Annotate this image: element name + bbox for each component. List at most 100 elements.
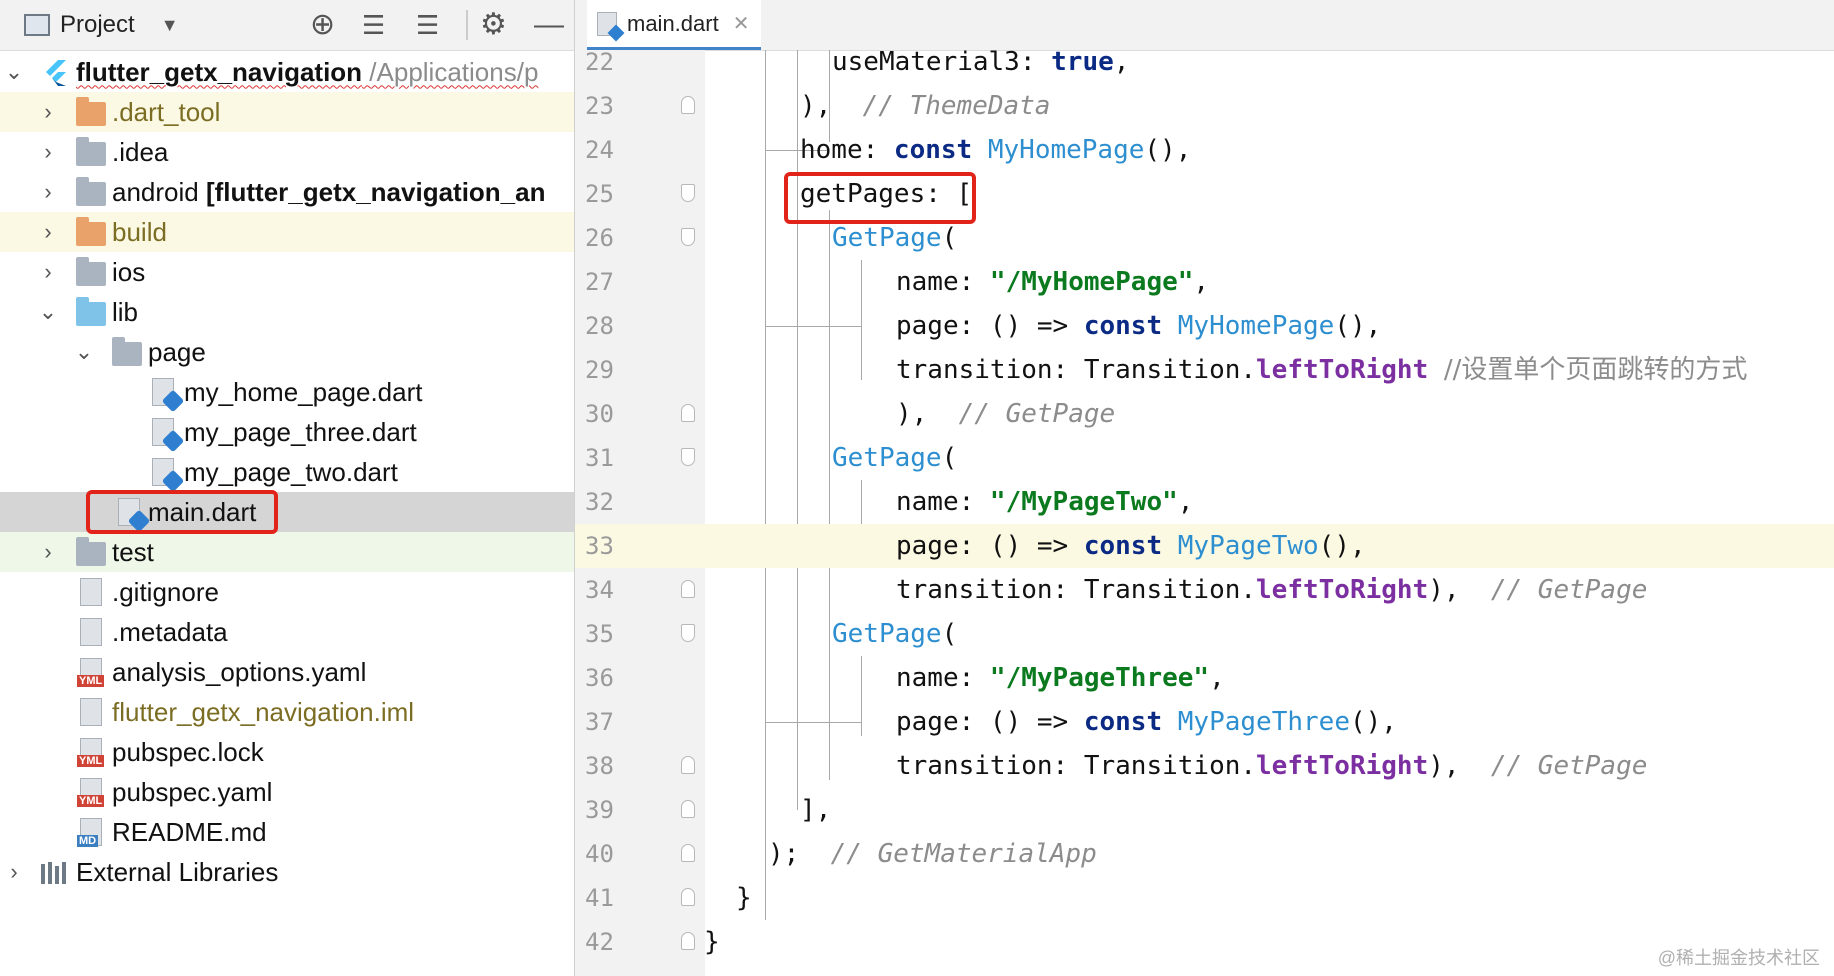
code-line[interactable]: 37 page: () => const MyPageThree(), bbox=[575, 700, 1834, 744]
tree-item-label: flutter_getx_navigation.iml bbox=[112, 696, 415, 727]
chevron-right-icon[interactable]: › bbox=[38, 139, 58, 165]
line-number: 40 bbox=[585, 840, 614, 868]
expand-all-icon[interactable]: ☰ bbox=[362, 0, 385, 50]
fold-marker-icon[interactable] bbox=[681, 184, 695, 202]
tree-item-label: .gitignore bbox=[112, 576, 219, 607]
tree-item-my-page-two[interactable]: my_page_two.dart bbox=[0, 452, 574, 493]
code-line[interactable]: 24 home: const MyHomePage(), bbox=[575, 128, 1834, 172]
tree-item-metadata[interactable]: .metadata bbox=[0, 612, 574, 652]
line-number: 41 bbox=[585, 884, 614, 912]
tree-item-my-page-three[interactable]: my_page_three.dart bbox=[0, 412, 574, 453]
tree-item-label: flutter_getx_navigation bbox=[76, 56, 363, 87]
code-line[interactable]: 27 name: "/MyHomePage", bbox=[575, 260, 1834, 304]
tree-item-dart-tool[interactable]: › .dart_tool bbox=[0, 92, 574, 132]
code-line[interactable]: 31 GetPage( bbox=[575, 436, 1834, 480]
line-number: 28 bbox=[585, 312, 614, 340]
project-panel: Project ▼ ⊕ ☰ ☰ ⚙ — ⌄ flutter_getx_navig… bbox=[0, 0, 575, 976]
chevron-down-icon[interactable]: ⌄ bbox=[74, 339, 94, 365]
fold-marker-icon[interactable] bbox=[681, 756, 695, 774]
gear-icon[interactable]: ⚙ bbox=[480, 0, 507, 50]
code-line[interactable]: 38 transition: Transition.leftToRight), … bbox=[575, 744, 1834, 788]
tree-item-my-home-page[interactable]: my_home_page.dart bbox=[0, 372, 574, 413]
code-line[interactable]: 26 GetPage( bbox=[575, 216, 1834, 260]
code-line[interactable]: 41 } bbox=[575, 876, 1834, 920]
tree-item-readme[interactable]: MD README.md bbox=[0, 812, 574, 852]
code-line[interactable]: 25 getPages: [ bbox=[575, 172, 1834, 216]
tab-label: main.dart bbox=[627, 10, 719, 36]
tree-item-external-libraries[interactable]: › External Libraries bbox=[0, 852, 574, 892]
code-line-current[interactable]: 33 page: () => const MyPageTwo(), bbox=[575, 524, 1834, 568]
project-view-selector[interactable]: Project ▼ bbox=[24, 0, 179, 50]
fold-marker-icon[interactable] bbox=[681, 228, 695, 246]
code-line[interactable]: 35 GetPage( bbox=[575, 612, 1834, 656]
minimize-icon[interactable]: — bbox=[534, 0, 564, 50]
code-line[interactable]: 36 name: "/MyPageThree", bbox=[575, 656, 1834, 700]
fold-marker-icon[interactable] bbox=[681, 580, 695, 598]
chevron-down-icon[interactable]: ⌄ bbox=[4, 59, 24, 85]
collapse-all-icon[interactable]: ☰ bbox=[416, 0, 439, 50]
tree-item-build[interactable]: › build bbox=[0, 212, 574, 252]
code-line[interactable]: 39 ], bbox=[575, 788, 1834, 832]
tree-item-label: External Libraries bbox=[76, 856, 279, 887]
line-number: 34 bbox=[585, 576, 614, 604]
fold-marker-icon[interactable] bbox=[681, 96, 695, 114]
code-line[interactable]: 22 useMaterial3: true, bbox=[575, 40, 1834, 84]
dart-file-icon bbox=[152, 378, 185, 413]
code-line[interactable]: 34 transition: Transition.leftToRight), … bbox=[575, 568, 1834, 612]
fold-marker-icon[interactable] bbox=[681, 932, 695, 950]
tree-item-iml[interactable]: flutter_getx_navigation.iml bbox=[0, 692, 574, 732]
chevron-right-icon[interactable]: › bbox=[38, 539, 58, 565]
code-line[interactable]: 30 ), // GetPage bbox=[575, 392, 1834, 436]
chevron-down-icon[interactable]: ⌄ bbox=[38, 299, 58, 325]
tree-item-android[interactable]: › android [flutter_getx_navigation_an bbox=[0, 172, 574, 212]
line-number: 38 bbox=[585, 752, 614, 780]
tree-item-page[interactable]: ⌄ page bbox=[0, 332, 574, 372]
tree-item-gitignore[interactable]: .gitignore bbox=[0, 572, 574, 612]
crosshair-icon[interactable]: ⊕ bbox=[310, 0, 335, 50]
yaml-file-icon: YML bbox=[77, 738, 110, 767]
chevron-right-icon[interactable]: › bbox=[38, 219, 58, 245]
chevron-right-icon[interactable]: › bbox=[38, 99, 58, 125]
chevron-right-icon[interactable]: › bbox=[38, 259, 58, 285]
tree-item-test[interactable]: › test bbox=[0, 532, 574, 572]
tree-item-lib[interactable]: ⌄ lib bbox=[0, 292, 574, 332]
highlight-box-main-dart bbox=[86, 490, 278, 534]
code-editor[interactable]: main.dart ✕ 22 useMaterial3: true, 23 ),… bbox=[575, 0, 1834, 976]
tree-item-analysis-options[interactable]: YML analysis_options.yaml bbox=[0, 652, 574, 692]
dropdown-icon[interactable]: ▼ bbox=[161, 15, 179, 36]
watermark: @稀土掘金技术社区 bbox=[1657, 948, 1820, 968]
tree-item-ios[interactable]: › ios bbox=[0, 252, 574, 292]
tree-item-label: .dart_tool bbox=[112, 96, 221, 127]
tree-item-project-root[interactable]: ⌄ flutter_getx_navigation /Applications/… bbox=[0, 52, 574, 92]
fold-marker-icon[interactable] bbox=[681, 800, 695, 818]
tree-item-idea[interactable]: › .idea bbox=[0, 132, 574, 172]
tree-item-pubspec-lock[interactable]: YML pubspec.lock bbox=[0, 732, 574, 772]
chevron-right-icon[interactable]: › bbox=[38, 179, 58, 205]
project-title: Project bbox=[60, 11, 135, 38]
line-number: 24 bbox=[585, 136, 614, 164]
code-line[interactable]: 32 name: "/MyPageTwo", bbox=[575, 480, 1834, 524]
line-number: 26 bbox=[585, 224, 614, 252]
chevron-right-icon[interactable]: › bbox=[4, 859, 24, 885]
libraries-icon bbox=[40, 860, 70, 888]
fold-marker-icon[interactable] bbox=[681, 624, 695, 642]
close-icon[interactable]: ✕ bbox=[733, 11, 750, 36]
folder-icon bbox=[76, 537, 106, 570]
code-line[interactable]: 23 ), // ThemeData bbox=[575, 84, 1834, 128]
fold-marker-icon[interactable] bbox=[681, 404, 695, 422]
tree-item-label: pubspec.lock bbox=[112, 736, 264, 767]
code-line[interactable]: 42 } bbox=[575, 920, 1834, 964]
line-number: 31 bbox=[585, 444, 614, 472]
fold-marker-icon[interactable] bbox=[681, 888, 695, 906]
line-number: 25 bbox=[585, 180, 614, 208]
code-line[interactable]: 29 transition: Transition.leftToRight //… bbox=[575, 348, 1834, 392]
code-line[interactable]: 40 ); // GetMaterialApp bbox=[575, 832, 1834, 876]
fold-marker-icon[interactable] bbox=[681, 844, 695, 862]
folder-icon bbox=[76, 217, 106, 250]
code-line[interactable]: 28 page: () => const MyHomePage(), bbox=[575, 304, 1834, 348]
fold-marker-icon[interactable] bbox=[681, 448, 695, 466]
tree-item-label: analysis_options.yaml bbox=[112, 656, 367, 687]
tree-item-pubspec-yaml[interactable]: YML pubspec.yaml bbox=[0, 772, 574, 812]
toolbar-divider bbox=[466, 10, 468, 40]
tree-item-path: /Applications/p bbox=[369, 56, 539, 87]
